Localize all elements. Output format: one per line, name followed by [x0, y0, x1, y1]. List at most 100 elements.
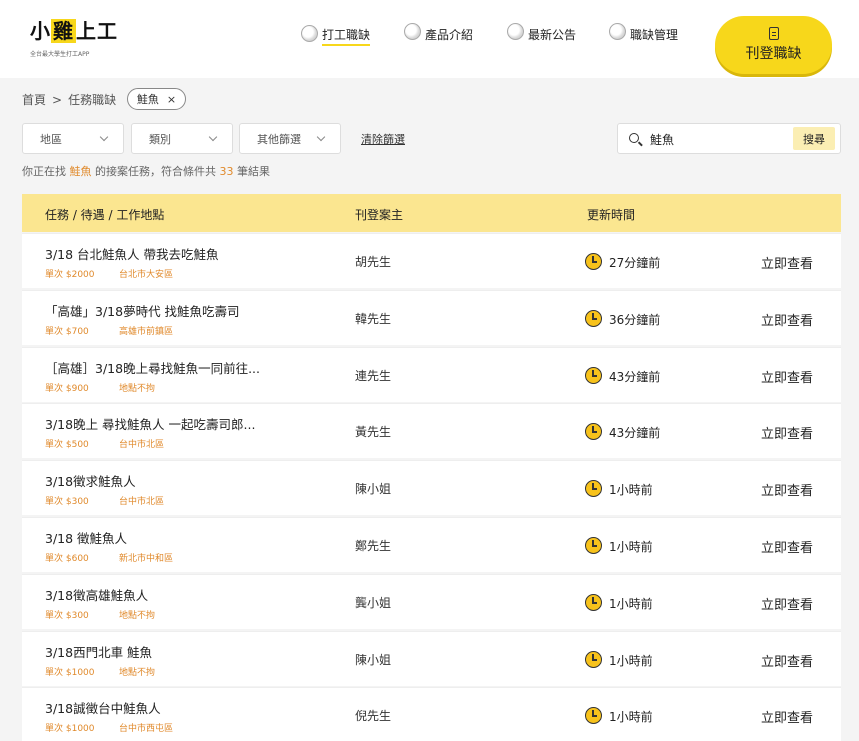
job-pay: 單次 $500 — [45, 440, 89, 450]
brand-tagline: 全台最大學生打工APP — [30, 51, 90, 58]
breadcrumb: 首頁 > 任務職缺 — [22, 91, 116, 108]
job-title[interactable]: 3/18晚上 尋找鮭魚人 一起吃壽司郎... — [45, 414, 255, 433]
job-pay: 單次 $300 — [45, 497, 89, 507]
nav-label: 職缺管理 — [630, 28, 679, 42]
nav-label: 產品介紹 — [425, 28, 474, 42]
result-count: 33 — [219, 165, 234, 178]
view-now-link[interactable]: 立即查看 — [761, 651, 813, 670]
nav-item-products[interactable]: 產品介紹 — [404, 23, 474, 43]
result-text: 的接案任務，符合條件共 — [95, 165, 216, 178]
job-poster: 韓先生 — [355, 312, 392, 326]
region-select-label: 地區 — [40, 132, 62, 146]
job-poster: 龔小姐 — [355, 596, 392, 610]
job-poster: 鄭先生 — [355, 539, 392, 553]
nav-item-news[interactable]: 最新公告 — [507, 23, 577, 43]
job-pay: 單次 $1000 — [45, 668, 95, 678]
view-now-link[interactable]: 立即查看 — [761, 480, 813, 499]
table-row[interactable]: 3/18誠徵台中鮭魚人 單次 $1000 台中市西屯區 倪先生 1小時前 立即查看 — [22, 687, 841, 741]
table-row[interactable]: 3/18西門北車 鮭魚 單次 $1000 地點不拘 陳小姐 1小時前 立即查看 — [22, 631, 841, 686]
job-pay: 單次 $2000 — [45, 270, 95, 280]
table-header: 任務 / 待遇 / 工作地點 刊登案主 更新時間 — [22, 194, 841, 232]
other-filter-label: 其他篩選 — [257, 132, 301, 146]
job-pay: 單次 $700 — [45, 327, 89, 337]
job-pay: 單次 $600 — [45, 554, 89, 564]
job-updated-time: 36分鐘前 — [609, 313, 661, 327]
ball-icon — [404, 23, 421, 40]
nav-label: 打工職缺 — [322, 26, 371, 46]
clock-icon — [585, 480, 602, 497]
category-select[interactable]: 類別 — [131, 123, 233, 154]
column-header-poster: 刊登案主 — [355, 208, 404, 222]
job-location: 地點不拘 — [119, 384, 156, 394]
chevron-down-icon — [99, 132, 109, 142]
search-button[interactable]: 搜尋 — [793, 127, 835, 150]
view-now-link[interactable]: 立即查看 — [761, 594, 813, 613]
job-pay: 單次 $900 — [45, 384, 89, 394]
table-row[interactable]: 3/18徵高雄鮭魚人單次 $300 地點不拘 龔小姐 1小時前 立即查看 — [22, 574, 841, 629]
job-title[interactable]: 「高雄」3/18夢時代 找鮭魚吃壽司 — [45, 301, 240, 320]
nav-item-manage[interactable]: 職缺管理 — [609, 23, 679, 43]
view-now-link[interactable]: 立即查看 — [761, 253, 813, 272]
job-location: 台中市西屯區 — [119, 724, 174, 734]
region-select[interactable]: 地區 — [22, 123, 124, 154]
clear-filters-link[interactable]: 清除篩選 — [361, 131, 405, 147]
active-filter-tag: 鮭魚 × — [127, 88, 186, 110]
table-row[interactable]: 3/18 徵鮭魚人 單次 $600 新北市中和區 鄭先生 1小時前 立即查看 — [22, 517, 841, 572]
breadcrumb-current[interactable]: 任務職缺 — [68, 91, 116, 108]
table-row[interactable]: 3/18晚上 尋找鮭魚人 一起吃壽司郎... 單次 $500 台中市北區 黃先生 43分… — [22, 403, 841, 458]
job-poster: 陳小姐 — [355, 482, 392, 496]
job-location: 台中市北區 — [119, 440, 165, 450]
table-row[interactable]: 3/18徵求鮭魚人 單次 $300 台中市北區 陳小姐 1小時前 立即查看 — [22, 460, 841, 515]
post-job-button[interactable]: 刊登職缺 — [715, 16, 832, 74]
job-updated-time: 1小時前 — [609, 540, 653, 554]
view-now-link[interactable]: 立即查看 — [761, 423, 813, 442]
job-pay: 單次 $300 — [45, 611, 89, 621]
clock-icon — [585, 367, 602, 384]
breadcrumb-home[interactable]: 首頁 — [22, 91, 46, 108]
clock-icon — [585, 310, 602, 327]
search-input[interactable] — [650, 130, 800, 148]
table-row[interactable]: ［高雄］3/18晚上尋找鮭魚一同前往... 單次 $900 地點不拘 連先生 43分鐘前… — [22, 347, 841, 402]
column-header-task: 任務 / 待遇 / 工作地點 — [45, 208, 165, 222]
job-updated-time: 1小時前 — [609, 597, 653, 611]
view-now-link[interactable]: 立即查看 — [761, 367, 813, 386]
job-location: 地點不拘 — [119, 611, 156, 621]
job-title[interactable]: 3/18徵高雄鮭魚人 — [45, 585, 148, 604]
brand-logo[interactable]: 小雞上工 全台最大學生打工APP — [30, 19, 118, 62]
result-text: 你正在找 — [22, 165, 66, 178]
brand-name: 小雞上工 — [30, 19, 118, 43]
ball-icon — [609, 23, 626, 40]
top-header: 小雞上工 全台最大學生打工APP 打工職缺 產品介紹 最新公告 職缺管理 刊登職… — [0, 0, 859, 78]
job-title[interactable]: 3/18 徵鮭魚人 — [45, 528, 127, 547]
job-title[interactable]: 3/18誠徵台中鮭魚人 — [45, 698, 161, 717]
nav-label: 最新公告 — [528, 28, 577, 42]
job-updated-time: 43分鐘前 — [609, 370, 661, 384]
column-header-updated: 更新時間 — [587, 208, 636, 222]
breadcrumb-separator: > — [52, 92, 63, 107]
view-now-link[interactable]: 立即查看 — [761, 310, 813, 329]
ball-icon — [507, 23, 524, 40]
table-row[interactable]: 3/18 台北鮭魚人 帶我去吃鮭魚 單次 $2000 台北市大安區 胡先生 27分鐘前 立… — [22, 233, 841, 288]
job-location: 台北市大安區 — [119, 270, 174, 280]
job-title[interactable]: 3/18西門北車 鮭魚 — [45, 642, 152, 661]
clock-icon — [585, 594, 602, 611]
view-now-link[interactable]: 立即查看 — [761, 537, 813, 556]
job-title[interactable]: ［高雄］3/18晚上尋找鮭魚一同前往... — [45, 358, 260, 377]
job-updated-time: 1小時前 — [609, 483, 653, 497]
clock-icon — [585, 651, 602, 668]
nav-item-jobs[interactable]: 打工職缺 — [301, 24, 371, 46]
ball-icon — [301, 24, 318, 42]
search-icon — [629, 133, 639, 143]
post-job-label: 刊登職缺 — [745, 46, 802, 62]
other-filter-select[interactable]: 其他篩選 — [239, 123, 341, 154]
clock-icon — [585, 253, 602, 270]
clock-icon — [585, 537, 602, 554]
job-title[interactable]: 3/18 台北鮭魚人 帶我去吃鮭魚 — [45, 244, 219, 263]
job-title[interactable]: 3/18徵求鮭魚人 — [45, 471, 136, 490]
view-now-link[interactable]: 立即查看 — [761, 707, 813, 726]
table-row[interactable]: 「高雄」3/18夢時代 找鮭魚吃壽司 單次 $700 高雄市前鎮區 韓先生 36分鐘前 立… — [22, 290, 841, 345]
clock-icon — [585, 423, 602, 440]
job-updated-time: 27分鐘前 — [609, 256, 661, 270]
tag-remove-icon[interactable]: × — [167, 93, 176, 106]
job-location: 地點不拘 — [119, 668, 156, 678]
